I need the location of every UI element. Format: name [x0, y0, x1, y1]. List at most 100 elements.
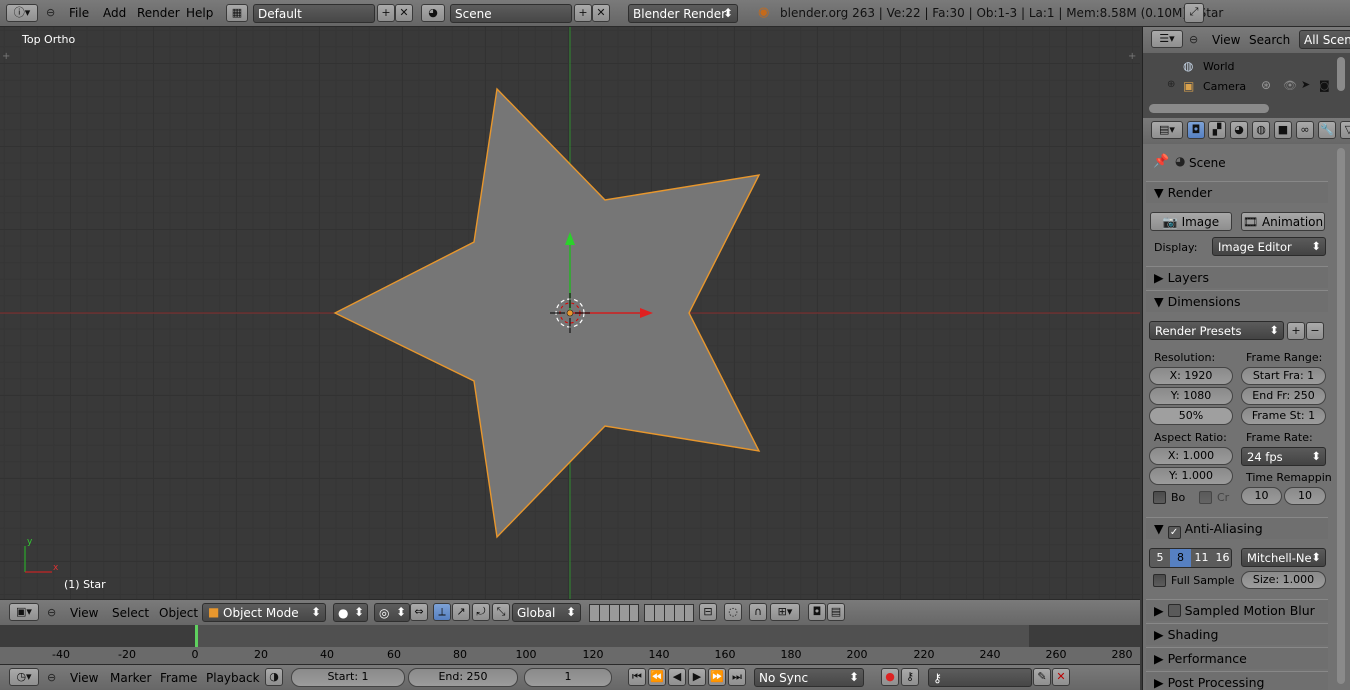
fullscreen-icon[interactable]: ⤢	[1184, 3, 1204, 23]
properties-toggle-icon[interactable]: +	[1128, 51, 1136, 62]
pivot-select[interactable]: ◎ ⬍	[374, 603, 410, 622]
remove-preset-icon[interactable]: −	[1306, 322, 1324, 340]
remove-layout-icon[interactable]: ✕	[395, 4, 413, 22]
anti-aliasing-checkbox[interactable]: ✓	[1167, 526, 1181, 539]
jump-end-icon[interactable]: ⏭	[728, 668, 746, 686]
aspect-x-field[interactable]: X: 1.000	[1149, 447, 1233, 465]
editor-type-3d-icon[interactable]: ▣▾	[9, 603, 39, 621]
menu-render[interactable]: Render	[137, 6, 180, 20]
render-image-button[interactable]: 📷 Image	[1150, 212, 1232, 231]
properties-scrollbar[interactable]	[1337, 148, 1345, 684]
resolution-y-field[interactable]: Y: 1080	[1149, 387, 1233, 405]
timeline[interactable]	[0, 625, 1140, 664]
scale-icon[interactable]: ⤡	[492, 603, 510, 621]
render-still-icon[interactable]: ◘	[808, 603, 826, 621]
modifiers-context-icon[interactable]: 🔧	[1318, 121, 1336, 139]
aa-sample-5[interactable]: 5	[1150, 549, 1170, 567]
aa-sample-8[interactable]: 8	[1170, 549, 1191, 567]
shading-select[interactable]: ● ⬍	[333, 603, 368, 622]
border-checkbox[interactable]	[1153, 491, 1166, 504]
menu-search[interactable]: Search	[1249, 33, 1290, 47]
add-layout-icon[interactable]: +	[377, 4, 395, 22]
current-frame-marker[interactable]	[195, 625, 198, 647]
menu-marker[interactable]: Marker	[110, 671, 151, 685]
render-animation-icon[interactable]: ▤	[827, 603, 845, 621]
start-frame-field[interactable]: Start Fra: 1	[1241, 367, 1326, 385]
frame-step-field[interactable]: Frame St: 1	[1241, 407, 1326, 425]
layers-grid-a[interactable]	[589, 604, 639, 622]
menu-view[interactable]: View	[70, 671, 98, 685]
render-layers-context-icon[interactable]: ▞	[1208, 121, 1226, 139]
jump-keyframe-back-icon[interactable]: ⏪	[648, 668, 666, 686]
collapse-menu-icon[interactable]: ⊖	[46, 6, 55, 19]
time-remap-new-field[interactable]: 10	[1284, 487, 1326, 505]
translate-icon[interactable]: ↗	[452, 603, 470, 621]
outliner-filter-select[interactable]: All Scenes	[1299, 30, 1350, 49]
fps-select[interactable]: 24 fps ⬍	[1241, 447, 1326, 466]
motion-blur-panel-header[interactable]: ▶ Sampled Motion Blur	[1146, 599, 1328, 621]
end-frame-field[interactable]: End Fr: 250	[1241, 387, 1326, 405]
aspect-y-field[interactable]: Y: 1.000	[1149, 467, 1233, 485]
aa-filter-select[interactable]: Mitchell-Ne ⬍	[1241, 548, 1326, 567]
manipulator-toggle-icon[interactable]: ⇔	[410, 603, 428, 621]
menu-view[interactable]: View	[70, 606, 98, 620]
menu-object[interactable]: Object	[159, 606, 198, 620]
scene-field[interactable]: Scene	[450, 4, 572, 23]
outliner-scrollbar-h[interactable]	[1149, 104, 1269, 113]
collapse-menu-icon[interactable]: ⊖	[47, 606, 56, 619]
scene-icon[interactable]: ◕	[421, 4, 445, 22]
sync-select[interactable]: No Sync ⬍	[754, 668, 864, 687]
editor-type-icon[interactable]: ⓘ▾	[6, 4, 38, 22]
keying-set-icon[interactable]: ⚷	[901, 668, 919, 686]
start-frame-field[interactable]: Start: 1	[291, 668, 405, 687]
collapse-menu-icon[interactable]: ⊖	[47, 671, 56, 684]
editor-type-properties-icon[interactable]: ▤▾	[1151, 121, 1183, 139]
end-frame-field[interactable]: End: 250	[408, 668, 518, 687]
visibility-icon[interactable]: 👁	[1283, 79, 1297, 92]
menu-select[interactable]: Select	[112, 606, 149, 620]
aa-sample-11[interactable]: 11	[1191, 549, 1212, 567]
aa-size-field[interactable]: Size: 1.000	[1241, 571, 1326, 589]
transform-manipulator-icon[interactable]: ⟂	[433, 603, 451, 621]
performance-panel-header[interactable]: ▶ Performance	[1146, 647, 1328, 669]
render-context-icon[interactable]: ◘	[1187, 121, 1205, 139]
aa-sample-16[interactable]: 16	[1212, 549, 1231, 567]
add-scene-icon[interactable]: +	[574, 4, 592, 22]
render-presets-select[interactable]: Render Presets ⬍	[1149, 321, 1284, 340]
jump-start-icon[interactable]: ⏮	[628, 668, 646, 686]
pin-icon[interactable]: 📌	[1153, 154, 1169, 169]
dimensions-panel-header[interactable]: ▼ Dimensions	[1146, 290, 1328, 312]
motion-blur-checkbox[interactable]	[1167, 604, 1181, 617]
play-reverse-icon[interactable]: ◀	[668, 668, 686, 686]
scene-context-icon[interactable]: ◕	[1230, 121, 1248, 139]
render-panel-header[interactable]: ▼ Render	[1146, 181, 1328, 203]
constraints-context-icon[interactable]: ∞	[1296, 121, 1314, 139]
3d-viewport[interactable]: Top Ortho y x (1) Star + +	[0, 27, 1140, 599]
proportional-edit-icon[interactable]: ◌	[724, 603, 742, 621]
menu-add[interactable]: Add	[103, 6, 126, 20]
screen-layout-icon[interactable]: ▦	[226, 4, 248, 22]
rotate-icon[interactable]: ⤾	[472, 603, 490, 621]
display-select[interactable]: Image Editor ⬍	[1212, 237, 1326, 256]
menu-playback[interactable]: Playback	[206, 671, 260, 685]
layout-field[interactable]: Default	[253, 4, 375, 23]
current-frame-field[interactable]: 1	[524, 668, 612, 687]
selectability-icon[interactable]: ➤	[1301, 78, 1310, 91]
full-sample-checkbox[interactable]	[1153, 574, 1166, 587]
render-engine-select[interactable]: Blender Render ⬍	[628, 4, 738, 23]
snap-element-icon[interactable]: ⊞▾	[770, 603, 800, 621]
keying-set-field[interactable]: ⚷	[928, 668, 1032, 687]
jump-keyframe-forward-icon[interactable]: ⏩	[708, 668, 726, 686]
editor-type-timeline-icon[interactable]: ◷▾	[9, 668, 39, 686]
menu-file[interactable]: File	[69, 6, 89, 20]
outliner-item-camera[interactable]: Camera	[1203, 80, 1246, 93]
expand-icon[interactable]: ⊕	[1167, 79, 1175, 90]
play-icon[interactable]: ▶	[688, 668, 706, 686]
remove-scene-icon[interactable]: ✕	[592, 4, 610, 22]
record-icon[interactable]: ●	[881, 668, 899, 686]
preview-range-icon[interactable]: ◑	[265, 668, 283, 686]
resolution-x-field[interactable]: X: 1920	[1149, 367, 1233, 385]
layers-panel-header[interactable]: ▶ Layers	[1146, 266, 1328, 288]
orientation-select[interactable]: Global ⬍	[512, 603, 581, 622]
collapse-menu-icon[interactable]: ⊖	[1189, 33, 1198, 46]
